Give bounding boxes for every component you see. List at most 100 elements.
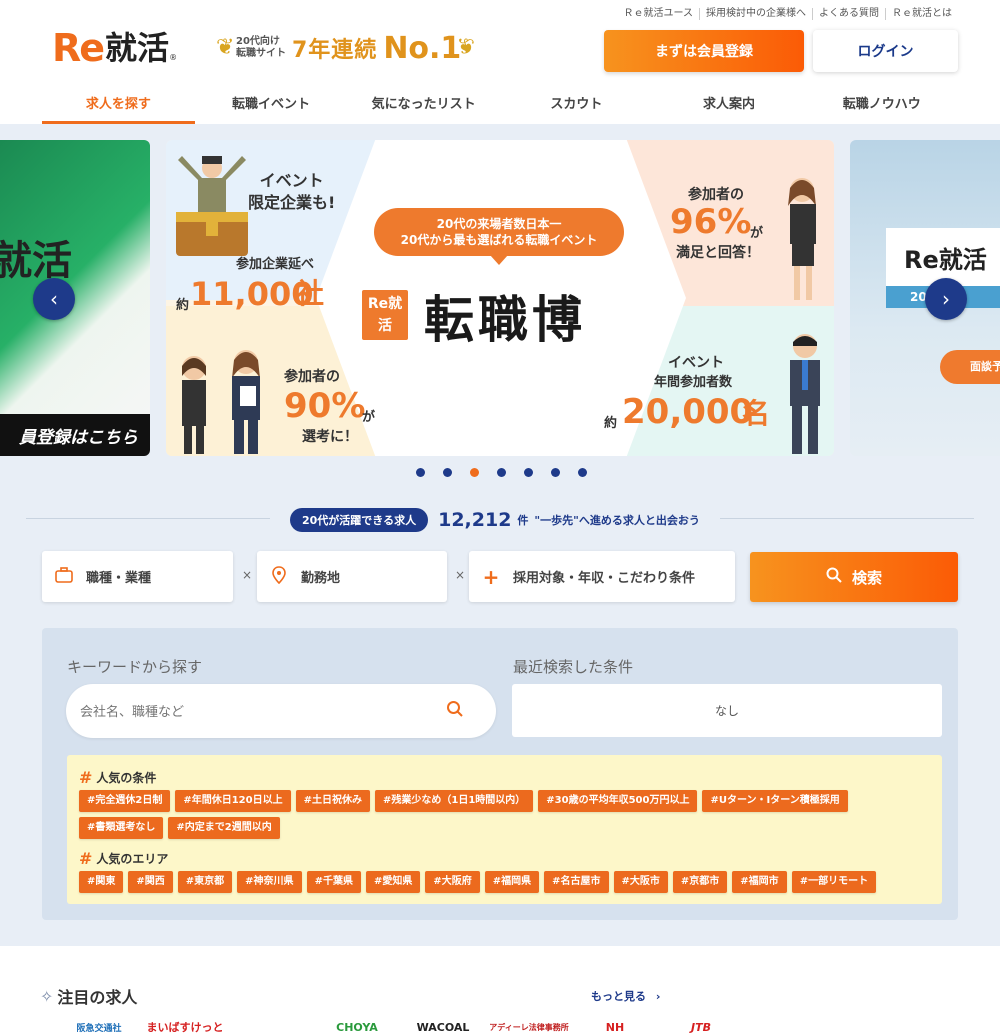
annual-label-2: 年間参加者数 xyxy=(654,375,733,390)
tag-area[interactable]: #関西 xyxy=(128,871,173,893)
featured-jobs-title: ✧ 注目の求人 xyxy=(40,984,137,1008)
company-logo[interactable]: WACOAL xyxy=(400,1016,486,1036)
carousel-dot-active[interactable] xyxy=(470,468,479,477)
util-link-faq[interactable]: よくある質問 xyxy=(812,8,885,20)
company-logo[interactable]: NH xyxy=(572,1016,658,1036)
tag-condition[interactable]: #完全週休2日制 xyxy=(79,790,171,812)
companies-label: 参加企業延べ xyxy=(236,257,315,272)
keyword-input[interactable] xyxy=(66,684,496,738)
carousel-dot[interactable] xyxy=(524,468,533,477)
plus-icon: + xyxy=(482,564,500,589)
banner-slide-current[interactable]: イベント 限定企業も! 参加企業延べ 約 11,000 社 参加者の 90% が… xyxy=(166,140,834,456)
businessman-illustration xyxy=(790,334,820,454)
banner-slide-prev[interactable]: 就活 員登録はこちら xyxy=(0,140,150,456)
hash-icon: # xyxy=(79,849,93,868)
util-link-youth[interactable]: Ｒｅ就活ユース xyxy=(618,8,700,20)
popular-conditions-tags: #完全週休2日制 #年間休日120日以上 #土日祝休み #残業少なめ（1日1時間… xyxy=(79,790,869,839)
satisfied-woman-illustration xyxy=(788,178,816,300)
nav-item-events[interactable]: 転職イベント xyxy=(195,80,348,124)
tag-area[interactable]: #福岡市 xyxy=(732,871,787,893)
bubble-line1: 20代の来場者数日本一 xyxy=(436,217,562,231)
participants-illustration xyxy=(182,350,260,454)
location-pin-icon xyxy=(269,565,289,588)
login-button[interactable]: ログイン xyxy=(813,30,958,72)
keyword-search-icon[interactable] xyxy=(446,700,464,723)
search-button[interactable]: 検索 xyxy=(750,552,958,602)
logo-re: Re xyxy=(52,26,105,70)
tag-condition[interactable]: #30歳の平均年収500万円以上 xyxy=(538,790,698,812)
slide-next-button: 面談予 xyxy=(940,350,1000,384)
job-type-label: 職種・業種 xyxy=(86,571,152,586)
carousel-dot[interactable] xyxy=(551,468,560,477)
briefcase-icon xyxy=(54,566,74,587)
tag-area[interactable]: #神奈川県 xyxy=(237,871,302,893)
banner-carousel: 就活 員登録はこちら イベント 限定企業も! 参加企業延べ 約 11,000 社 xyxy=(0,140,1000,458)
tag-area[interactable]: #東京都 xyxy=(177,871,233,893)
tag-condition[interactable]: #書類選考なし xyxy=(79,817,164,839)
slide-prev-cta: 員登録はこちら xyxy=(0,414,150,456)
tag-area[interactable]: #愛知県 xyxy=(365,871,421,893)
company-logo[interactable]: JTB xyxy=(658,1016,744,1036)
conditions-field[interactable]: + 採用対象・年収・こだわり条件 xyxy=(469,551,735,602)
tag-area[interactable]: #大阪市 xyxy=(613,871,668,893)
company-logos: 阪急交通社 まいばすけっと CHOYA WACOAL アディーレ法律事務所 NH… xyxy=(56,1016,744,1036)
tag-condition[interactable]: #内定まで2週間以内 xyxy=(168,817,280,839)
utility-links: Ｒｅ就活ユース 採用検討中の企業様へ よくある質問 Ｒｅ就活とは xyxy=(618,8,959,20)
nav-item-saved-list[interactable]: 気になったリスト xyxy=(347,80,500,124)
tag-condition[interactable]: #Uターン・Iターン積極採用 xyxy=(702,790,848,812)
company-logo[interactable] xyxy=(228,1016,314,1036)
chevron-right-icon: › xyxy=(942,287,950,311)
carousel-dot[interactable] xyxy=(578,468,587,477)
company-logo[interactable]: 阪急交通社 xyxy=(56,1016,142,1036)
recent-search-box: なし xyxy=(512,684,942,737)
carousel-dot[interactable] xyxy=(497,468,506,477)
tag-area[interactable]: #千葉県 xyxy=(306,871,361,893)
selection-suffix: が xyxy=(362,410,376,425)
main-nav: 求人を探す 転職イベント 気になったリスト スカウト 求人案内 転職ノウハウ xyxy=(42,80,958,124)
laurel-right-icon: ❦ xyxy=(456,35,476,60)
util-link-about[interactable]: Ｒｅ就活とは xyxy=(885,8,958,20)
tag-condition[interactable]: #残業少なめ（1日1時間以内） xyxy=(375,790,534,812)
carousel-next-button[interactable]: › xyxy=(925,278,967,320)
carousel-dot[interactable] xyxy=(416,468,425,477)
badge-years: 7年連続 xyxy=(292,38,378,63)
event-limited-text: イベント 限定企業も! xyxy=(248,171,336,212)
popular-conditions-title: 人気の条件 xyxy=(96,771,157,785)
tag-area[interactable]: #大阪府 xyxy=(425,871,480,893)
popular-areas-tags: #関東 #関西 #東京都 #神奈川県 #千葉県 #愛知県 #大阪府 #福岡県 #… xyxy=(79,871,879,893)
company-logo[interactable]: CHOYA xyxy=(314,1016,400,1036)
location-field[interactable]: 勤務地 xyxy=(257,551,447,602)
tag-area[interactable]: #福岡県 xyxy=(484,871,540,893)
see-more-link[interactable]: もっと見る › xyxy=(591,988,660,1004)
companies-number: 11,000 xyxy=(190,275,314,313)
register-button[interactable]: まずは会員登録 xyxy=(604,30,804,72)
tag-area[interactable]: #名古屋市 xyxy=(544,871,609,893)
badge-subtitle: 20代向け 転職サイト xyxy=(236,36,286,60)
tenshoku-logo-mark: Re就活 xyxy=(362,290,408,340)
carousel-prev-button[interactable]: ‹ xyxy=(33,278,75,320)
tag-area[interactable]: #関東 xyxy=(79,871,124,893)
company-logo[interactable]: まいばすけっと xyxy=(142,1016,228,1036)
tag-area[interactable]: #京都市 xyxy=(672,871,728,893)
popular-areas-title: 人気のエリア xyxy=(96,852,169,866)
nav-item-search-jobs[interactable]: 求人を探す xyxy=(42,80,195,124)
annual-label-1: イベント xyxy=(668,355,724,371)
hash-icon: # xyxy=(79,768,93,787)
nav-item-scout[interactable]: スカウト xyxy=(500,80,653,124)
tag-area[interactable]: #一部リモート xyxy=(791,871,877,893)
util-link-companies[interactable]: 採用検討中の企業様へ xyxy=(699,8,812,20)
nav-item-job-guide[interactable]: 求人案内 xyxy=(653,80,806,124)
company-logo[interactable]: アディーレ法律事務所 xyxy=(486,1016,572,1036)
site-logo[interactable]: Re 就活 ® xyxy=(52,28,177,68)
carousel-dot[interactable] xyxy=(443,468,452,477)
nav-item-knowhow[interactable]: 転職ノウハウ xyxy=(805,80,958,124)
sparkle-icon: ✧ xyxy=(40,986,54,1006)
job-type-field[interactable]: 職種・業種 xyxy=(42,551,233,602)
companies-unit: 社 xyxy=(296,277,325,310)
laurel-left-icon: ❦ xyxy=(216,35,235,60)
tag-condition[interactable]: #年間休日120日以上 xyxy=(175,790,291,812)
companies-prefix: 約 xyxy=(176,298,190,313)
satisfaction-tail: 満足と回答！ xyxy=(676,245,760,261)
job-count-pill: 20代が活躍できる求人 xyxy=(290,508,429,532)
tag-condition[interactable]: #土日祝休み xyxy=(295,790,370,812)
